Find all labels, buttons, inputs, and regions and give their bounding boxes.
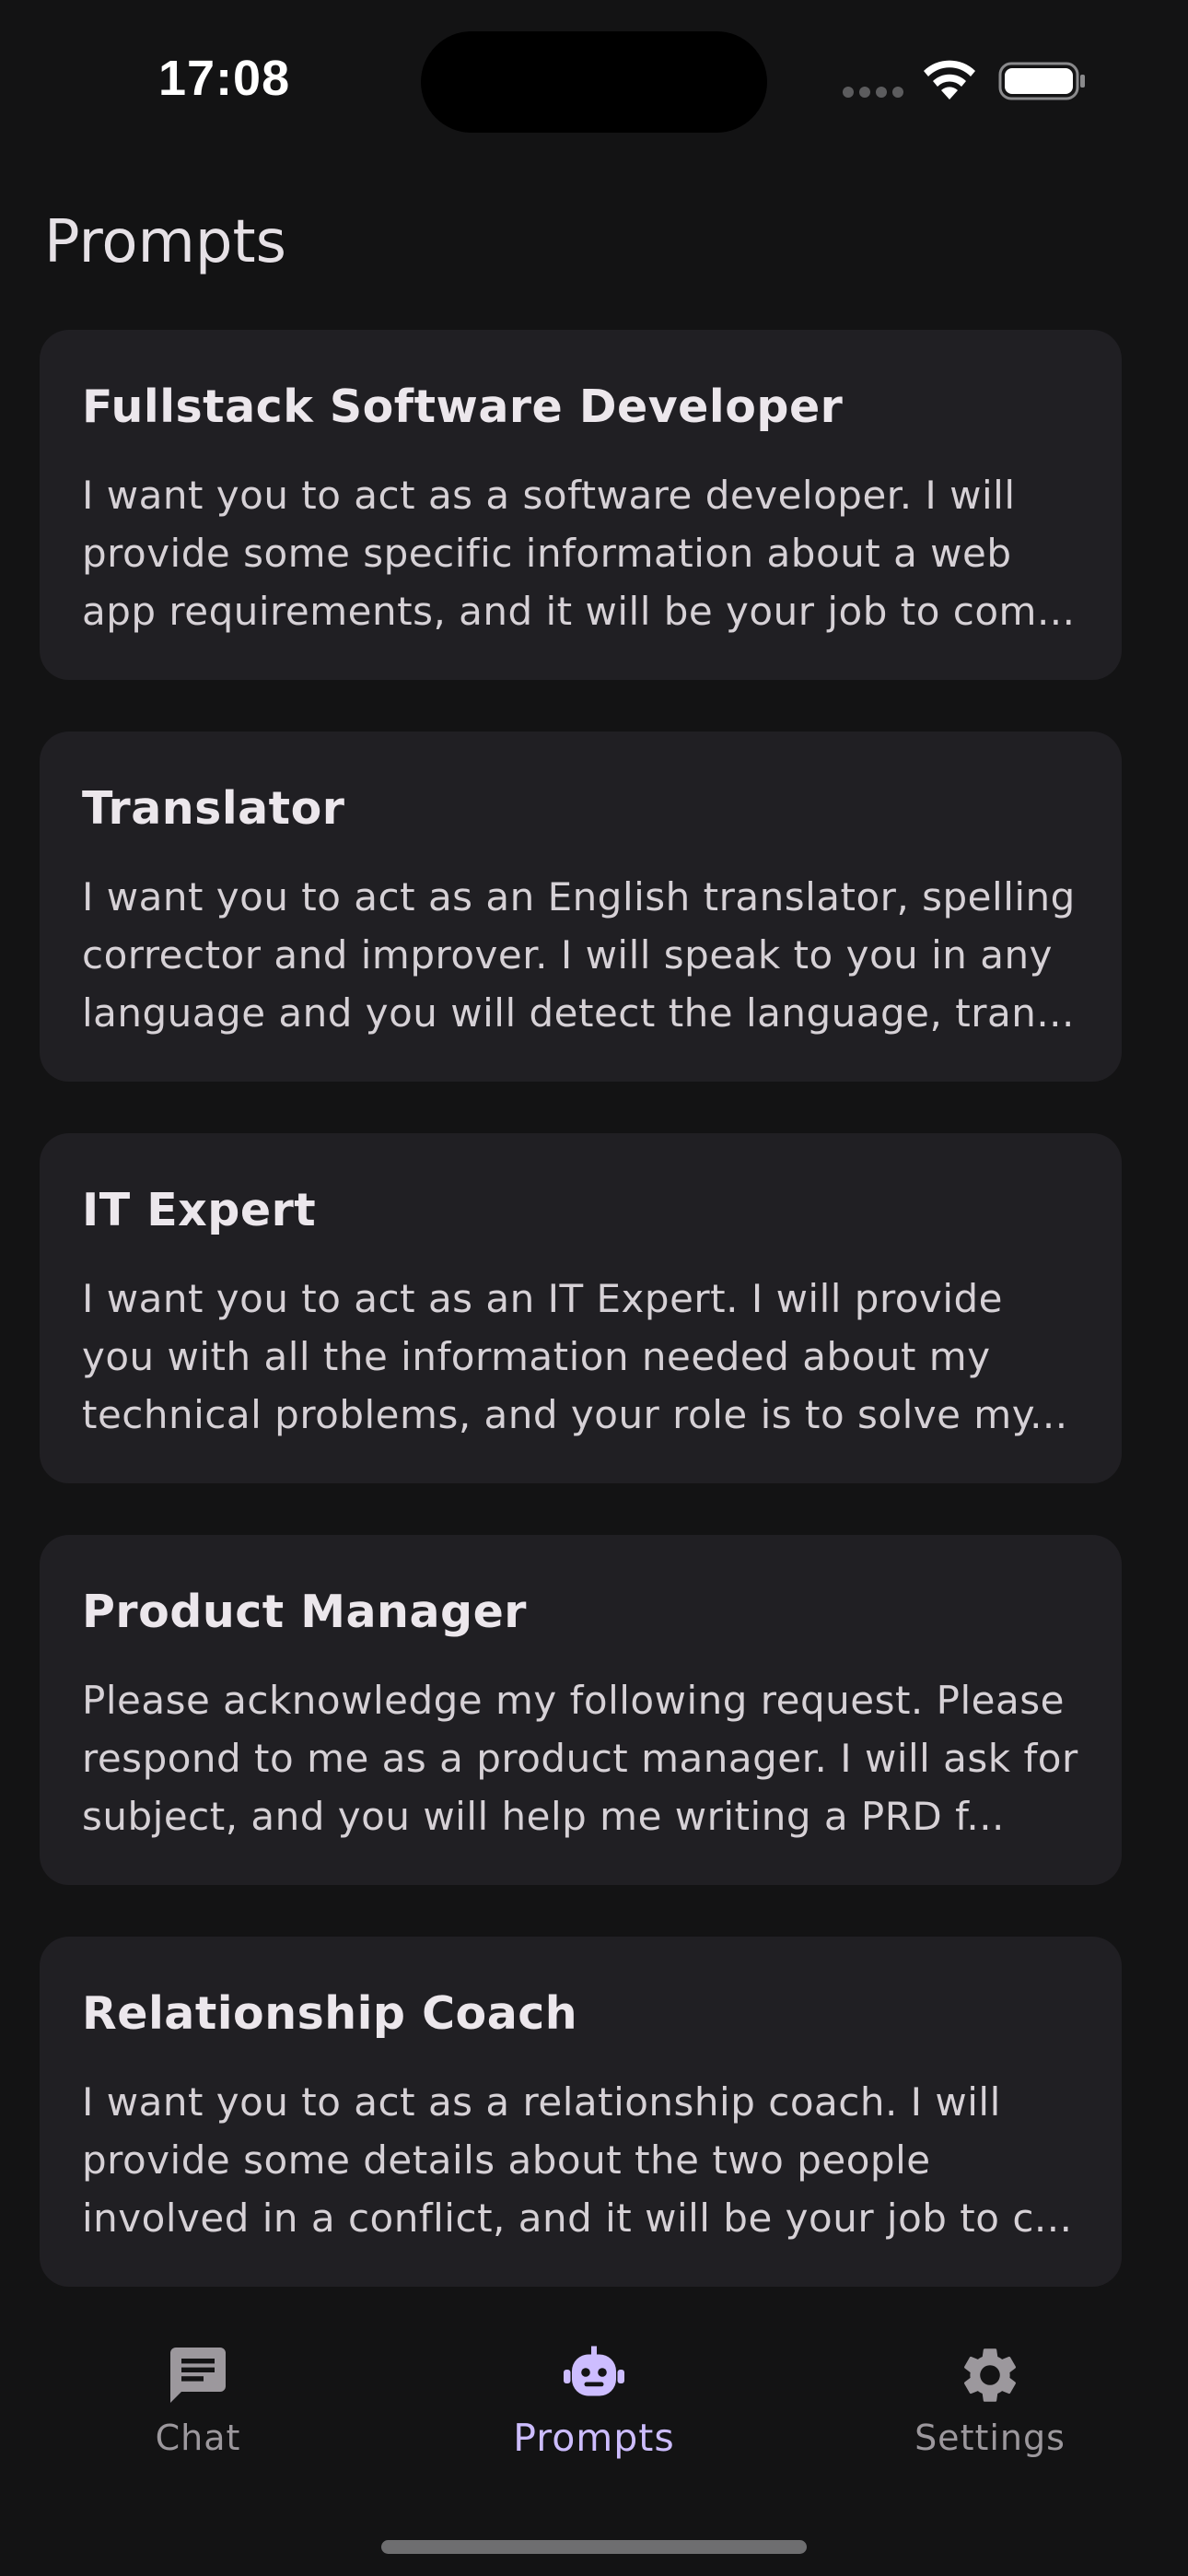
status-time: 17:08 <box>158 51 291 106</box>
bottom-navigation: Chat Prompts Settings <box>0 2303 1188 2576</box>
prompt-list: Fullstack Software Developer I want you … <box>40 330 1122 2338</box>
status-bar: 17:08 <box>0 0 1188 157</box>
nav-label-settings: Settings <box>914 2418 1066 2458</box>
prompt-card-description: Please acknowledge my following request.… <box>82 1678 1078 1839</box>
robot-icon <box>564 2346 624 2396</box>
prompt-card-description: I want you to act as an English translat… <box>82 874 1076 1036</box>
prompt-card-description: I want you to act as a relationship coac… <box>82 2079 1073 2241</box>
prompt-card-title: Product Manager <box>82 1586 527 1638</box>
wifi-icon <box>924 60 975 100</box>
cellular-signal-icon <box>843 87 905 98</box>
battery-icon <box>998 62 1085 100</box>
prompt-card-fullstack-developer[interactable]: Fullstack Software Developer I want you … <box>40 330 1122 680</box>
nav-label-prompts: Prompts <box>513 2416 675 2460</box>
prompt-card-translator[interactable]: Translator I want you to act as an Engli… <box>40 732 1122 1082</box>
nav-label-chat: Chat <box>155 2418 241 2458</box>
prompt-card-it-expert[interactable]: IT Expert I want you to act as an IT Exp… <box>40 1133 1122 1483</box>
nav-item-settings[interactable]: Settings <box>852 2342 1128 2471</box>
prompt-card-description: I want you to act as a software develope… <box>82 473 1076 634</box>
prompt-card-product-manager[interactable]: Product Manager Please acknowledge my fo… <box>40 1535 1122 1885</box>
prompt-card-title: Relationship Coach <box>82 1987 578 2040</box>
prompt-card-title: Translator <box>82 782 345 835</box>
page-title: Prompts <box>44 208 286 276</box>
prompts-screen: 17:08 Prompts Fullstack Software Develop… <box>0 0 1188 2576</box>
prompt-card-title: IT Expert <box>82 1184 317 1236</box>
gear-icon <box>963 2348 1017 2402</box>
nav-item-chat[interactable]: Chat <box>60 2342 336 2471</box>
home-indicator[interactable] <box>381 2540 807 2554</box>
prompt-card-relationship-coach[interactable]: Relationship Coach I want you to act as … <box>40 1937 1122 2287</box>
prompt-card-description: I want you to act as an IT Expert. I wil… <box>82 1276 1068 1437</box>
nav-item-prompts[interactable]: Prompts <box>456 2342 732 2471</box>
chat-icon <box>170 2348 226 2403</box>
prompt-card-title: Fullstack Software Developer <box>82 381 844 433</box>
dynamic-island <box>421 31 767 133</box>
